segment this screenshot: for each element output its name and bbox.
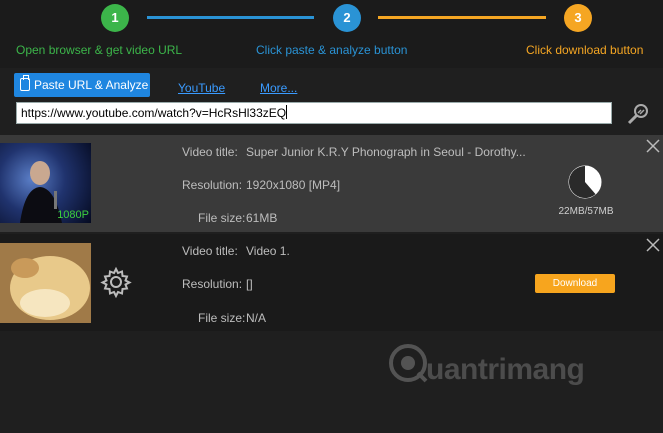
analyze-link-icon[interactable] bbox=[624, 100, 652, 128]
quality-badge: 1080P bbox=[57, 209, 89, 221]
video-thumbnail: 1080P bbox=[0, 143, 91, 223]
video-title: Video 1. bbox=[246, 244, 290, 258]
food-image bbox=[0, 243, 91, 323]
more-link[interactable]: More... bbox=[260, 81, 297, 95]
video-title-label: Video title: bbox=[182, 244, 238, 258]
download-progress-text: 22MB/57MB bbox=[558, 206, 614, 217]
step-2-line bbox=[378, 16, 546, 19]
step-1-line bbox=[147, 16, 314, 19]
file-size-value: N/A bbox=[246, 311, 267, 325]
paste-analyze-label: Paste URL & Analyze bbox=[34, 78, 149, 92]
resolution-value: [] bbox=[246, 277, 253, 291]
resolution-label: Resolution: bbox=[182, 178, 243, 192]
download-progress-pie bbox=[568, 165, 602, 199]
watermark-logo bbox=[389, 344, 428, 383]
step-2-circle: 2 bbox=[333, 4, 361, 32]
close-icon[interactable] bbox=[646, 238, 660, 252]
step-1-label: Open browser & get video URL bbox=[16, 43, 183, 57]
url-input[interactable]: https://www.youtube.com/watch?v=HcRsHl33… bbox=[16, 102, 612, 124]
video-thumbnail bbox=[0, 243, 91, 323]
step-2-label: Click paste & analyze button bbox=[256, 43, 408, 57]
file-size-label: File size: bbox=[198, 211, 246, 225]
gear-icon[interactable] bbox=[100, 266, 132, 298]
text-caret bbox=[286, 105, 288, 119]
video-title: Super Junior K.R.Y Phonograph in Seoul -… bbox=[246, 145, 526, 159]
youtube-link[interactable]: YouTube bbox=[178, 81, 225, 95]
step-3-label: Click download button bbox=[526, 43, 644, 57]
file-size-label: File size: bbox=[198, 311, 246, 325]
video-title-label: Video title: bbox=[182, 145, 238, 159]
close-icon[interactable] bbox=[646, 139, 660, 153]
step-1-circle: 1 bbox=[101, 4, 129, 32]
resolution-label: Resolution: bbox=[182, 277, 243, 291]
step-3-circle: 3 bbox=[564, 4, 592, 32]
clipboard-icon bbox=[20, 75, 30, 91]
resolution-value: 1920x1080 [MP4] bbox=[246, 178, 341, 192]
download-button[interactable]: Download bbox=[535, 274, 615, 293]
url-value: https://www.youtube.com/watch?v=HcRsHl33… bbox=[21, 106, 287, 120]
paste-analyze-button[interactable]: Paste URL & Analyze bbox=[14, 73, 150, 97]
file-size-value: 61MB bbox=[246, 211, 278, 225]
watermark-text: uantrimang bbox=[426, 353, 585, 386]
steps-header: 1 2 3 Open browser & get video URL Click… bbox=[0, 0, 663, 68]
